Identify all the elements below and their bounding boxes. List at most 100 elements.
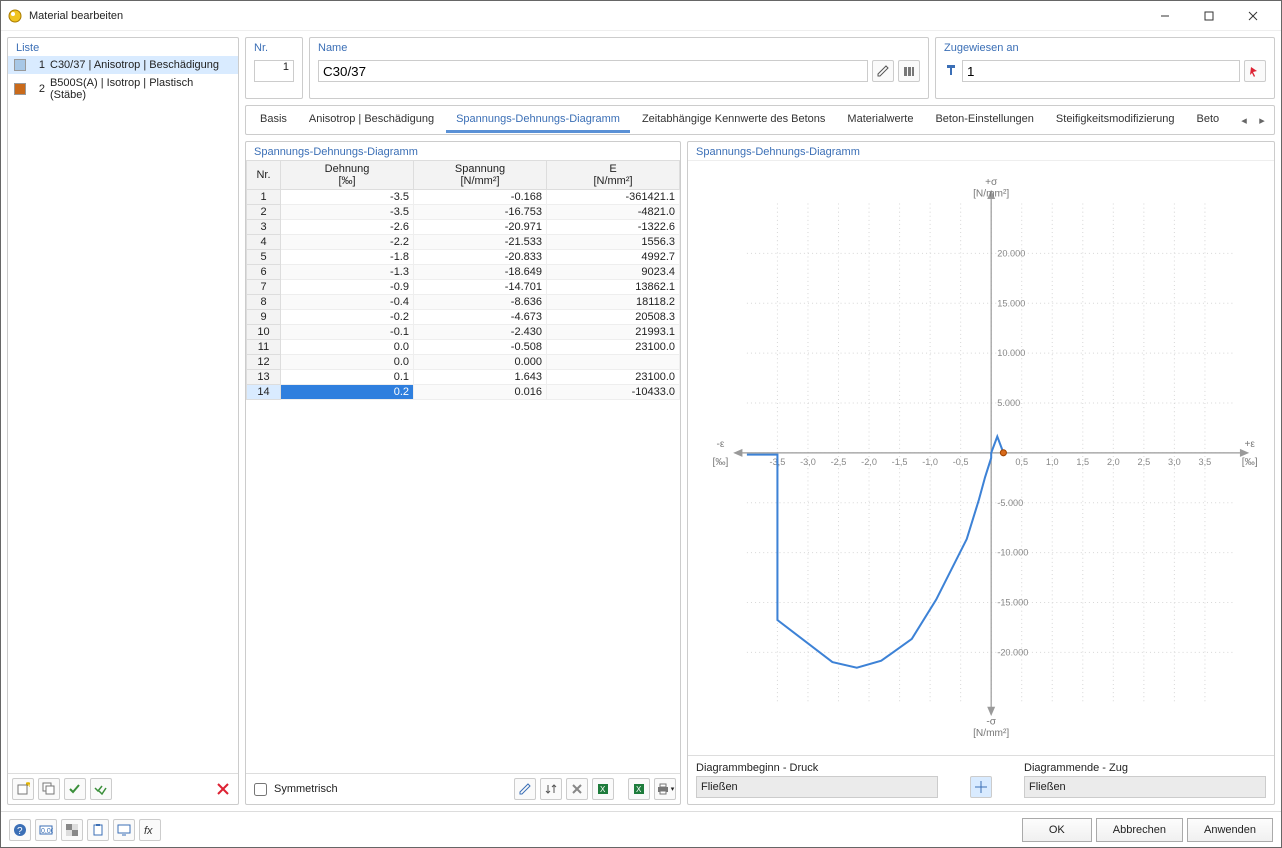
clipboard-icon[interactable]	[87, 819, 109, 841]
cell-dehnung[interactable]: -1.8	[281, 250, 414, 265]
cell-e[interactable]: -1322.6	[547, 220, 680, 235]
material-list-item[interactable]: 2 B500S(A) | Isotrop | Plastisch (Stäbe)	[8, 74, 238, 104]
delete-row-icon[interactable]	[566, 778, 588, 800]
cancel-button[interactable]: Abbrechen	[1096, 818, 1183, 842]
print-icon[interactable]: ▾	[654, 778, 676, 800]
ok-button[interactable]: OK	[1022, 818, 1092, 842]
table-row[interactable]: 1 -3.5 -0.168 -361421.1	[247, 190, 680, 205]
cell-spannung[interactable]: -4.673	[414, 310, 547, 325]
library-icon[interactable]	[898, 60, 920, 82]
cell-spannung[interactable]: -8.636	[414, 295, 547, 310]
export-excel-icon[interactable]: X	[628, 778, 650, 800]
nr-input[interactable]: 1	[254, 60, 294, 82]
table-row[interactable]: 10 -0.1 -2.430 21993.1	[247, 325, 680, 340]
cell-e[interactable]: -361421.1	[547, 190, 680, 205]
stress-strain-table[interactable]: Nr. Dehnung[‰] Spannung[N/mm²] E[N/mm²] …	[246, 160, 680, 400]
copy-icon[interactable]	[38, 778, 60, 800]
table-row[interactable]: 8 -0.4 -8.636 18118.2	[247, 295, 680, 310]
tab[interactable]: Beton-Einstellungen	[925, 108, 1043, 133]
cell-dehnung[interactable]: -3.5	[281, 205, 414, 220]
cell-spannung[interactable]: 0.000	[414, 355, 547, 370]
cell-e[interactable]: 23100.0	[547, 340, 680, 355]
cell-spannung[interactable]: -2.430	[414, 325, 547, 340]
cell-e[interactable]: 23100.0	[547, 370, 680, 385]
material-list-item[interactable]: 1 C30/37 | Anisotrop | Beschädigung	[8, 56, 238, 74]
material-list[interactable]: 1 C30/37 | Anisotrop | Beschädigung 2 B5…	[8, 56, 238, 773]
cell-dehnung[interactable]: 0.2	[281, 385, 414, 400]
tab[interactable]: Spannungs-Dehnungs-Diagramm	[446, 108, 630, 133]
table-row[interactable]: 2 -3.5 -16.753 -4821.0	[247, 205, 680, 220]
cell-dehnung[interactable]: -2.6	[281, 220, 414, 235]
cell-dehnung[interactable]: -1.3	[281, 265, 414, 280]
tab[interactable]: Basis	[250, 108, 297, 133]
tab[interactable]: Beto	[1187, 108, 1230, 133]
check-single-icon[interactable]	[64, 778, 86, 800]
table-row[interactable]: 5 -1.8 -20.833 4992.7	[247, 250, 680, 265]
table-row[interactable]: 12 0.0 0.000	[247, 355, 680, 370]
cell-spannung[interactable]: -14.701	[414, 280, 547, 295]
cell-spannung[interactable]: 0.016	[414, 385, 547, 400]
cell-e[interactable]: 9023.4	[547, 265, 680, 280]
diag-end-value[interactable]: Fließen	[1024, 776, 1266, 798]
table-row[interactable]: 4 -2.2 -21.533 1556.3	[247, 235, 680, 250]
cell-e[interactable]: 18118.2	[547, 295, 680, 310]
symmetric-check-input[interactable]	[254, 783, 267, 796]
new-icon[interactable]	[12, 778, 34, 800]
cell-dehnung[interactable]: -0.9	[281, 280, 414, 295]
display-icon[interactable]	[113, 819, 135, 841]
table-row[interactable]: 14 0.2 0.016 -10433.0	[247, 385, 680, 400]
cell-spannung[interactable]: -18.649	[414, 265, 547, 280]
cell-spannung[interactable]: -0.508	[414, 340, 547, 355]
tab[interactable]: Steifigkeitsmodifizierung	[1046, 108, 1185, 133]
cell-dehnung[interactable]: -2.2	[281, 235, 414, 250]
chart-area[interactable]: -3,5-3,0-2,5-2,0-1,5-1,0-0,50,51,01,52,0…	[688, 160, 1274, 755]
delete-icon[interactable]	[212, 778, 234, 800]
function-icon[interactable]: fx	[139, 819, 161, 841]
sort-icon[interactable]	[540, 778, 562, 800]
cell-spannung[interactable]: -20.833	[414, 250, 547, 265]
diag-start-value[interactable]: Fließen	[696, 776, 938, 798]
table-row[interactable]: 7 -0.9 -14.701 13862.1	[247, 280, 680, 295]
table-row[interactable]: 6 -1.3 -18.649 9023.4	[247, 265, 680, 280]
cell-dehnung[interactable]: 0.1	[281, 370, 414, 385]
cell-spannung[interactable]: -0.168	[414, 190, 547, 205]
color-icon[interactable]	[61, 819, 83, 841]
cell-dehnung[interactable]: 0.0	[281, 340, 414, 355]
tab-scroll-left-icon[interactable]: ◂	[1236, 114, 1252, 127]
close-button[interactable]	[1231, 2, 1275, 30]
tab[interactable]: Zeitabhängige Kennwerte des Betons	[632, 108, 835, 133]
cell-dehnung[interactable]: -0.4	[281, 295, 414, 310]
edit-name-icon[interactable]	[872, 60, 894, 82]
help-icon[interactable]: ?	[9, 819, 31, 841]
edit-row-icon[interactable]	[514, 778, 536, 800]
units-icon[interactable]: 0,00	[35, 819, 57, 841]
cell-spannung[interactable]: 1.643	[414, 370, 547, 385]
table-row[interactable]: 3 -2.6 -20.971 -1322.6	[247, 220, 680, 235]
cell-e[interactable]: 4992.7	[547, 250, 680, 265]
table-row[interactable]: 9 -0.2 -4.673 20508.3	[247, 310, 680, 325]
maximize-button[interactable]	[1187, 2, 1231, 30]
tab[interactable]: Materialwerte	[837, 108, 923, 133]
apply-button[interactable]: Anwenden	[1187, 818, 1273, 842]
tab[interactable]: Anisotrop | Beschädigung	[299, 108, 444, 133]
cell-dehnung[interactable]: -3.5	[281, 190, 414, 205]
pick-icon[interactable]	[1244, 60, 1266, 82]
cell-e[interactable]: 21993.1	[547, 325, 680, 340]
table-row[interactable]: 13 0.1 1.643 23100.0	[247, 370, 680, 385]
cell-e[interactable]: -4821.0	[547, 205, 680, 220]
minimize-button[interactable]	[1143, 2, 1187, 30]
cell-e[interactable]: -10433.0	[547, 385, 680, 400]
import-excel-icon[interactable]: X	[592, 778, 614, 800]
cell-e[interactable]	[547, 355, 680, 370]
cell-e[interactable]: 1556.3	[547, 235, 680, 250]
cell-spannung[interactable]: -21.533	[414, 235, 547, 250]
cell-dehnung[interactable]: -0.1	[281, 325, 414, 340]
cell-spannung[interactable]: -16.753	[414, 205, 547, 220]
cell-dehnung[interactable]: -0.2	[281, 310, 414, 325]
cell-e[interactable]: 13862.1	[547, 280, 680, 295]
tab-scroll-right-icon[interactable]: ▸	[1254, 114, 1270, 127]
cell-dehnung[interactable]: 0.0	[281, 355, 414, 370]
assigned-input[interactable]	[962, 60, 1240, 82]
check-all-icon[interactable]	[90, 778, 112, 800]
cell-e[interactable]: 20508.3	[547, 310, 680, 325]
